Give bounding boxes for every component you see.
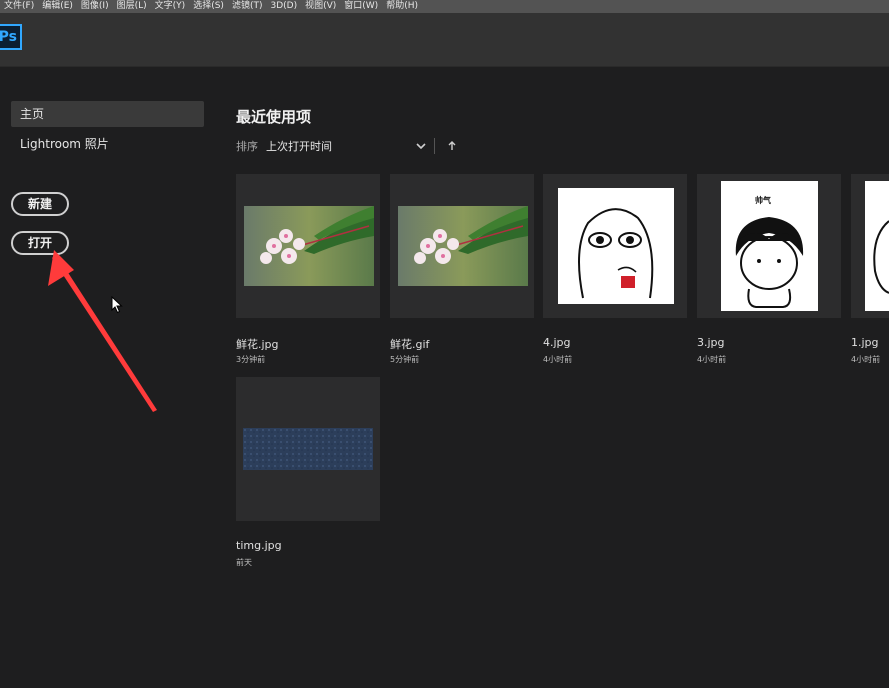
chevron-down-icon[interactable] xyxy=(414,139,428,153)
menu-file[interactable]: 文件(F) xyxy=(4,0,34,13)
file-name: 鲜花.jpg xyxy=(236,338,279,351)
file-time: 5分钟前 xyxy=(390,355,420,364)
recent-title: 最近使用项 xyxy=(236,108,312,126)
file-name: 1.jpg xyxy=(851,336,879,349)
file-time: 4小时前 xyxy=(543,355,573,364)
menu-layer[interactable]: 图层(L) xyxy=(117,0,147,13)
menu-image[interactable]: 图像(I) xyxy=(81,0,109,13)
texture-thumbnail-icon xyxy=(243,428,373,470)
app-header: Ps xyxy=(0,13,889,67)
mouse-cursor-icon xyxy=(111,296,123,314)
menu-bar: 文件(F) 编辑(E) 图像(I) 图层(L) 文字(Y) 选择(S) 滤镜(T… xyxy=(0,0,889,13)
sort-order-arrow-icon[interactable] xyxy=(445,139,459,153)
menu-filter[interactable]: 滤镜(T) xyxy=(232,0,263,13)
sort-dropdown[interactable]: 上次打开时间 xyxy=(266,138,414,154)
recent-file-card[interactable] xyxy=(543,174,687,318)
cartoon-thumbnail-icon xyxy=(865,181,889,311)
file-time: 4小时前 xyxy=(697,355,727,364)
sidebar-item-lightroom[interactable]: Lightroom 照片 xyxy=(11,131,204,157)
menu-help[interactable]: 帮助(H) xyxy=(386,0,418,13)
recent-file-card[interactable] xyxy=(236,174,380,318)
recent-file-card[interactable]: 帅气 xyxy=(697,174,841,318)
menu-select[interactable]: 选择(S) xyxy=(193,0,224,13)
cartoon-face-thumbnail-icon xyxy=(558,188,674,304)
recent-file-card[interactable] xyxy=(236,377,380,521)
file-name: timg.jpg xyxy=(236,539,282,552)
menu-3d[interactable]: 3D(D) xyxy=(270,0,297,13)
sort-label: 排序 xyxy=(236,140,258,153)
sort-bar: 排序 上次打开时间 xyxy=(236,138,459,154)
flower-thumbnail-icon xyxy=(244,206,374,286)
file-name: 鲜花.gif xyxy=(390,338,430,351)
file-name: 4.jpg xyxy=(543,336,571,349)
sort-divider xyxy=(434,138,435,154)
thumbnail-caption: 帅气 xyxy=(755,196,771,205)
photoshop-logo-icon: Ps xyxy=(0,24,22,50)
new-button[interactable]: 新建 xyxy=(11,192,69,216)
file-time: 3分钟前 xyxy=(236,355,266,364)
file-time: 前天 xyxy=(236,558,252,567)
flower-thumbnail-icon xyxy=(398,206,528,286)
annotation-arrow-icon xyxy=(48,250,157,412)
menu-window[interactable]: 窗口(W) xyxy=(344,0,378,13)
menu-type[interactable]: 文字(Y) xyxy=(155,0,186,13)
recent-file-card[interactable] xyxy=(851,174,889,318)
file-name: 3.jpg xyxy=(697,336,725,349)
sidebar-item-home[interactable]: 主页 xyxy=(11,101,204,127)
file-time: 4小时前 xyxy=(851,355,881,364)
recent-file-card[interactable] xyxy=(390,174,534,318)
menu-edit[interactable]: 编辑(E) xyxy=(42,0,73,13)
menu-view[interactable]: 视图(V) xyxy=(305,0,336,13)
